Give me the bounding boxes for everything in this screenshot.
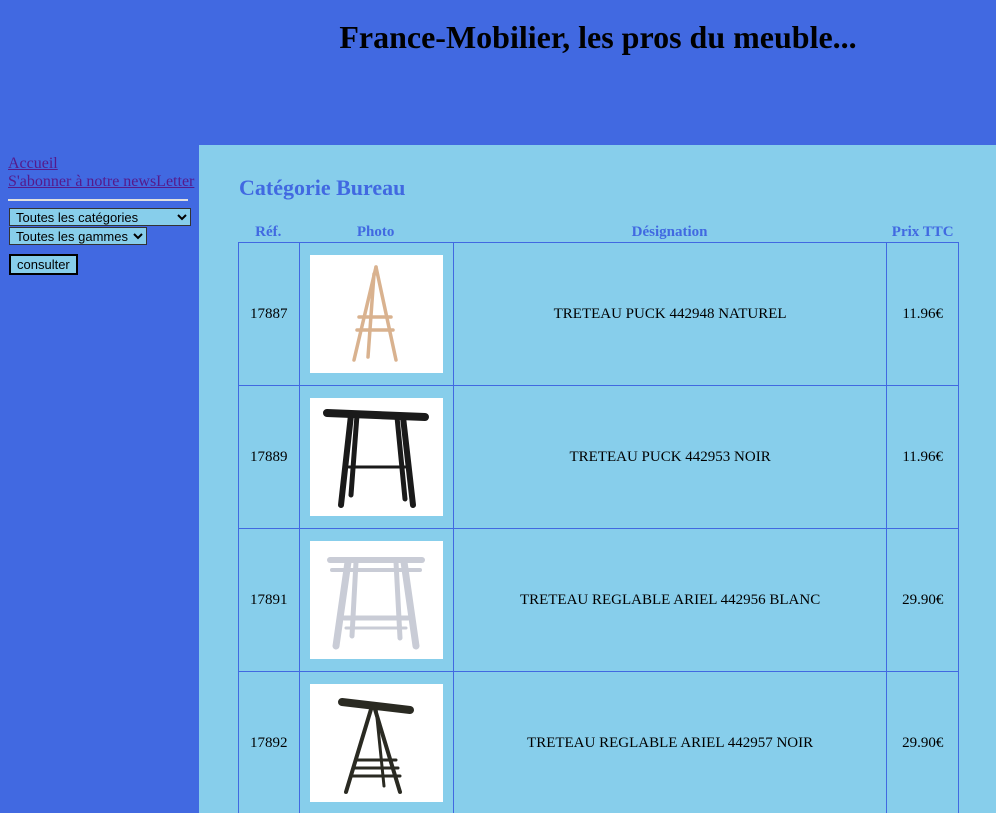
product-price: 29.90€ (886, 671, 959, 813)
product-ref: 17892 (238, 671, 299, 813)
column-header-photo: Photo (356, 224, 395, 240)
column-header-ref: Réf. (255, 224, 282, 240)
product-ref: 17887 (238, 242, 299, 385)
column-header-designation: Désignation (631, 224, 708, 240)
consult-button[interactable]: consulter (9, 254, 78, 275)
product-designation: TRETEAU REGLABLE ARIEL 442956 BLANC (452, 528, 887, 671)
product-photo[interactable] (309, 398, 443, 516)
site-header: France-Mobilier, les pros du meuble... (0, 0, 996, 145)
product-photo-cell (298, 528, 453, 671)
product-ref: 17891 (238, 528, 299, 671)
table-row: 17887 TRETEAU PUCK 442948 NATUREL 11.96€ (238, 242, 959, 385)
trestle-white-icon (327, 556, 426, 649)
table-row: 17889 TRETEAU PUCK 442953 NOIR 11.96€ (238, 385, 959, 528)
product-photo[interactable] (309, 541, 443, 659)
trestle-black-adjustable-icon (338, 698, 415, 794)
table-row: 17891 TRETEAU REGLABLE ARIEL 442956 BLAN… (238, 528, 959, 671)
table-row: 17892 TRETEAU REGLABLE ARIEL 442957 NOIR… (238, 671, 959, 813)
range-select[interactable]: Toutes les gammes (9, 227, 147, 245)
table-header-row: Réf. Photo Désignation Prix TTC (238, 223, 959, 242)
sidebar: Accueil S'abonner à notre newsLetter Tou… (8, 155, 196, 275)
product-photo[interactable] (309, 255, 443, 373)
product-photo[interactable] (309, 684, 443, 802)
product-designation: TRETEAU PUCK 442953 NOIR (452, 385, 887, 528)
category-select[interactable]: Toutes les catégories (9, 208, 191, 226)
main-content: Catégorie Bureau Réf. Photo Désignation … (199, 145, 996, 813)
product-price: 11.96€ (886, 242, 959, 385)
product-photo-cell (298, 671, 453, 813)
sidebar-divider (8, 199, 188, 201)
product-designation: TRETEAU PUCK 442948 NATUREL (452, 242, 887, 385)
product-price: 29.90€ (886, 528, 959, 671)
site-title: France-Mobilier, les pros du meuble... (339, 19, 857, 55)
product-ref: 17889 (238, 385, 299, 528)
product-photo-cell (298, 385, 453, 528)
product-price: 11.96€ (886, 385, 959, 528)
home-link[interactable]: Accueil (8, 155, 196, 173)
product-designation: TRETEAU REGLABLE ARIEL 442957 NOIR (452, 671, 887, 813)
product-photo-cell (298, 242, 453, 385)
column-header-price: Prix TTC (891, 224, 954, 240)
product-table: Réf. Photo Désignation Prix TTC 17887 TR… (238, 223, 959, 813)
trestle-black-icon (323, 408, 430, 508)
category-title: Catégorie Bureau (239, 175, 406, 200)
trestle-natural-icon (352, 264, 398, 362)
newsletter-link[interactable]: S'abonner à notre newsLetter (8, 173, 196, 191)
